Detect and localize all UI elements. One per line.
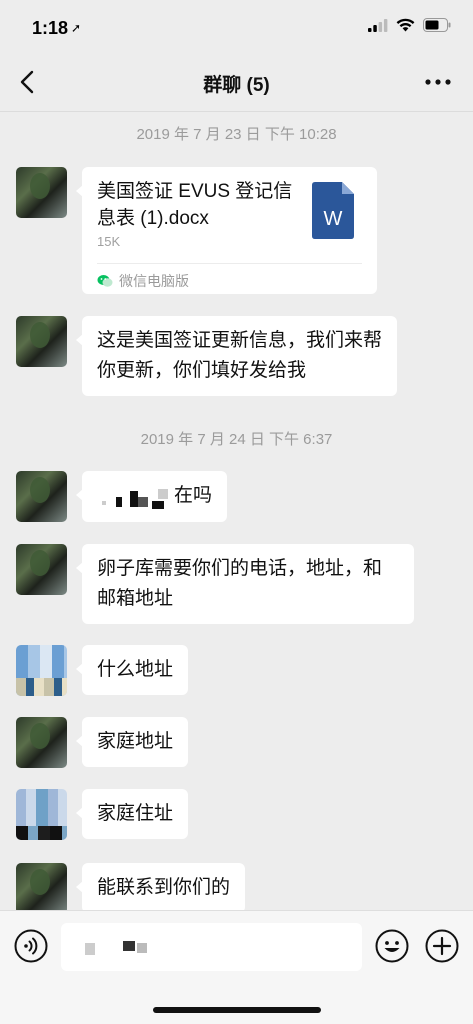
wechat-pc-icon bbox=[97, 275, 113, 287]
cellular-signal-icon bbox=[368, 18, 388, 32]
avatar[interactable] bbox=[16, 863, 67, 910]
status-time: 1:18 ➚ bbox=[32, 18, 81, 39]
status-bar: 1:18 ➚ bbox=[0, 0, 473, 50]
chat-title: 群聊 (5) bbox=[203, 75, 270, 96]
wifi-icon bbox=[396, 18, 415, 32]
ellipsis-icon[interactable] bbox=[423, 70, 453, 94]
message-text: 家庭地址 bbox=[97, 731, 174, 752]
home-indicator[interactable] bbox=[153, 1007, 321, 1013]
timestamp: 2019 年 7 月 23 日 下午 10:28 bbox=[136, 126, 337, 143]
location-arrow-icon: ➚ bbox=[71, 21, 82, 35]
file-message-card[interactable]: 美国签证 EVUS 登记信息表 (1).docx 15K W 微信电脑版 bbox=[76, 167, 377, 294]
file-name: 美国签证 EVUS 登记信息表 (1).docx bbox=[97, 181, 293, 229]
message-bubble[interactable]: 在吗 bbox=[76, 471, 227, 522]
message-input[interactable] bbox=[61, 923, 362, 971]
file-source-label: 微信电脑版 bbox=[119, 273, 189, 289]
input-bar bbox=[0, 910, 473, 1024]
redacted-text bbox=[102, 489, 168, 509]
word-document-icon: W bbox=[312, 182, 354, 239]
timestamp: 2019 年 7 月 24 日 下午 6:37 bbox=[140, 431, 333, 448]
message-bubble[interactable]: 卵子库需要你们的电话，地址，和邮箱地址 bbox=[76, 544, 414, 624]
file-card-divider bbox=[97, 263, 362, 264]
message-text: 能联系到你们的 bbox=[97, 877, 231, 898]
file-source: 微信电脑版 bbox=[97, 271, 189, 291]
message-bubble[interactable]: 什么地址 bbox=[75, 645, 189, 695]
status-time-text: 1:18 bbox=[32, 18, 69, 38]
file-size: 15K bbox=[97, 234, 121, 249]
message-text: 什么地址 bbox=[97, 659, 174, 680]
message-text: 在吗 bbox=[174, 485, 213, 506]
emoji-icon[interactable] bbox=[375, 929, 409, 963]
avatar[interactable] bbox=[16, 717, 67, 768]
message-bubble[interactable]: 家庭地址 bbox=[75, 717, 189, 767]
status-icons bbox=[368, 18, 451, 32]
avatar[interactable] bbox=[16, 544, 67, 595]
message-text: 这是美国签证更新信息，我们来帮你更新，你们填好发给我 bbox=[97, 330, 383, 381]
avatar[interactable] bbox=[16, 316, 67, 367]
message-bubble[interactable]: 家庭住址 bbox=[75, 789, 189, 839]
message-bubble[interactable]: 这是美国签证更新信息，我们来帮你更新，你们填好发给我 bbox=[76, 316, 397, 396]
battery-icon bbox=[423, 18, 451, 32]
avatar[interactable] bbox=[16, 645, 67, 696]
message-list[interactable]: 2019 年 7 月 23 日 下午 10:28 美国签证 EVUS 登记信息表… bbox=[0, 113, 473, 910]
message-text: 家庭住址 bbox=[97, 803, 174, 824]
word-icon-letter: W bbox=[324, 208, 343, 230]
message-bubble[interactable]: 能联系到你们的 bbox=[75, 863, 246, 910]
avatar[interactable] bbox=[16, 789, 67, 840]
avatar[interactable] bbox=[16, 471, 67, 522]
redacted-draft bbox=[85, 941, 147, 955]
chat-header: 群聊 (5) bbox=[0, 50, 473, 112]
plus-circle-icon[interactable] bbox=[425, 929, 459, 963]
avatar[interactable] bbox=[16, 167, 67, 218]
voice-icon[interactable] bbox=[14, 929, 48, 963]
message-text: 卵子库需要你们的电话，地址，和邮箱地址 bbox=[97, 558, 383, 609]
